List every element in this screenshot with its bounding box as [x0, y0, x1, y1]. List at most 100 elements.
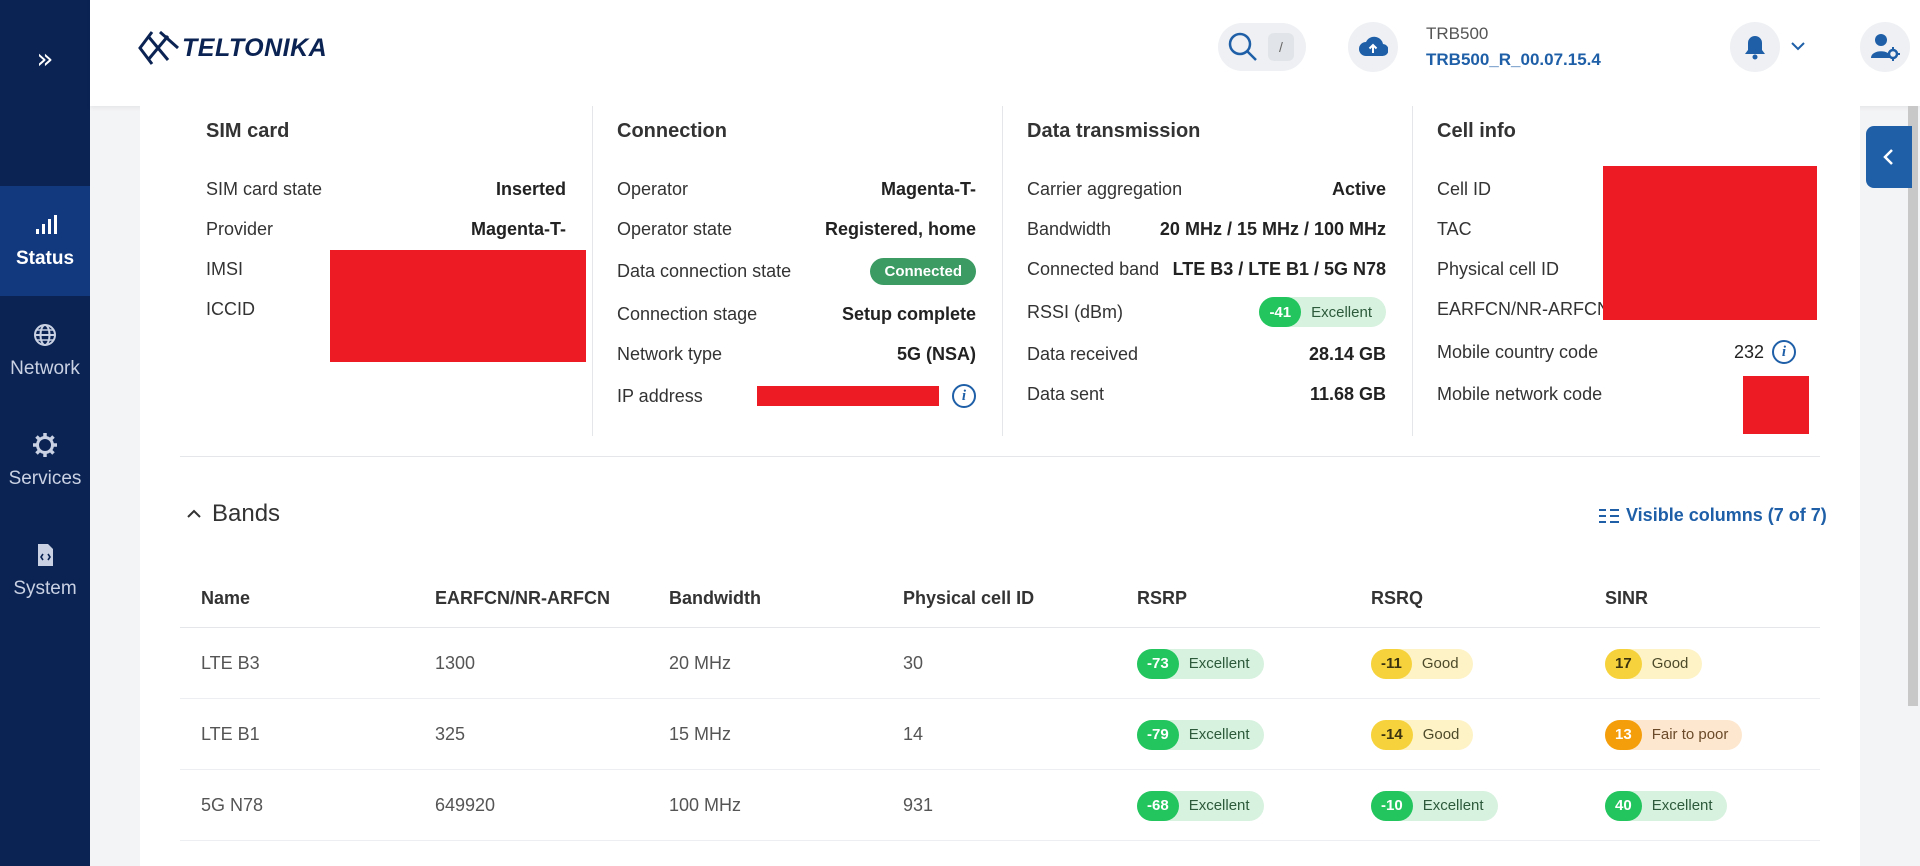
logo-mark-icon — [138, 30, 179, 65]
table-row: 5G N78 649920 100 MHz 931 -68 Excellent -… — [180, 770, 1820, 841]
rsrp-badge: -73 Excellent — [1137, 648, 1264, 679]
sidebar-item-system[interactable]: System — [0, 516, 90, 626]
connection-stage-value: Setup complete — [841, 303, 976, 324]
rsrq-cell: -11 Good — [1371, 628, 1473, 699]
teltonika-logo[interactable]: TELTONIKA — [138, 28, 327, 68]
column-header[interactable]: EARFCN/NR-ARFCN — [435, 588, 610, 609]
redacted-block — [757, 386, 939, 406]
bands-table: Name EARFCN/NR-ARFCN Bandwidth Physical … — [180, 570, 1820, 841]
network-type-row: Network type 5G (NSA) — [617, 339, 976, 369]
sinr-quality: Excellent — [1651, 797, 1713, 814]
chevron-down-icon[interactable] — [1790, 38, 1806, 54]
cloud-button[interactable] — [1348, 22, 1398, 72]
rssi-badge: -41 Excellent — [1259, 297, 1386, 327]
info-icon[interactable]: i — [952, 384, 976, 408]
notifications-button[interactable] — [1730, 22, 1780, 72]
connected-band-value: LTE B3 / LTE B1 / 5G N78 — [1172, 258, 1386, 279]
rsrp-cell: -79 Excellent — [1137, 699, 1264, 770]
row-label: Bandwidth — [1027, 218, 1112, 239]
sim-card-section: SIM card SIM card state Inserted Provide… — [206, 106, 586, 436]
data-sent-value: 11.68 GB — [1309, 383, 1386, 404]
firmware-version[interactable]: TRB500_R_00.07.15.4 — [1426, 50, 1601, 70]
redacted-block — [1603, 166, 1817, 320]
sinr-value: 13 — [1605, 719, 1642, 750]
sidebar-item-network[interactable]: Network — [0, 296, 90, 406]
section-title: Connection — [617, 120, 727, 142]
rsrp-value: -79 — [1137, 719, 1179, 750]
data-sent-row: Data sent 11.68 GB — [1027, 379, 1386, 409]
data-connection-row: Data connection state Connected — [617, 256, 976, 286]
row-label: EARFCN/NR-ARFCN — [1437, 298, 1610, 319]
column-header[interactable]: Physical cell ID — [903, 588, 1034, 609]
visible-columns-button[interactable]: Visible columns (7 of 7) — [1598, 505, 1827, 526]
rsrq-quality: Good — [1422, 726, 1460, 743]
operator-state-value: Registered, home — [824, 218, 976, 239]
scrollbar[interactable] — [1908, 106, 1918, 706]
band-name: 5G N78 — [201, 795, 264, 815]
redacted-block — [1743, 376, 1809, 434]
sinr-badge: 40 Excellent — [1605, 790, 1727, 821]
connection-section: Connection Operator Magenta-T- Operator … — [592, 106, 1002, 436]
search-button[interactable]: / — [1218, 23, 1306, 71]
section-title: SIM card — [206, 120, 290, 142]
rssi-value: -41 — [1259, 297, 1302, 327]
operator-row: Operator Magenta-T- — [617, 174, 976, 204]
operator-state-row: Operator state Registered, home — [617, 214, 976, 244]
section-divider — [180, 456, 1820, 457]
row-label: IMSI — [206, 258, 244, 279]
bands-collapse-toggle[interactable]: Bands — [186, 500, 280, 528]
section-title: Data transmission — [1027, 120, 1201, 142]
chevron-up-icon — [187, 509, 201, 518]
sinr-quality: Fair to poor — [1651, 726, 1729, 743]
row-label: Data received — [1027, 343, 1139, 364]
info-icon[interactable]: i — [1772, 340, 1796, 364]
row-label: SIM card state — [206, 178, 323, 199]
cloud-upload-icon — [1359, 36, 1388, 57]
mcc-row: Mobile country code 232 i — [1437, 337, 1796, 367]
rsrp-cell: -73 Excellent — [1137, 628, 1264, 699]
side-panel-toggle[interactable] — [1866, 126, 1912, 188]
sidebar-item-status[interactable]: Status — [0, 186, 90, 296]
sinr-value: 40 — [1605, 790, 1642, 821]
row-label: Mobile country code — [1437, 341, 1599, 362]
connected-status-badge: Connected — [870, 257, 976, 285]
row-label: Physical cell ID — [1437, 258, 1560, 279]
rsrq-value: -14 — [1371, 719, 1413, 750]
logo-text: TELTONIKA — [182, 33, 328, 62]
user-menu-button[interactable] — [1860, 22, 1910, 72]
bandwidth-row: Bandwidth 20 MHz / 15 MHz / 100 MHz — [1027, 214, 1386, 244]
sidebar-expand-button[interactable]: » — [0, 36, 90, 80]
provider-value: Magenta-T- — [470, 218, 566, 239]
rsrp-quality: Excellent — [1188, 797, 1250, 814]
visible-columns-label: Visible columns (7 of 7) — [1626, 505, 1827, 525]
data-transmission-section: Data transmission Carrier aggregation Ac… — [1002, 106, 1412, 436]
column-header[interactable]: RSRQ — [1371, 588, 1423, 609]
column-header[interactable]: SINR — [1605, 588, 1648, 609]
gear-icon — [33, 433, 57, 457]
column-header[interactable]: Bandwidth — [669, 588, 761, 609]
file-code-icon — [38, 544, 53, 566]
row-label: TAC — [1437, 218, 1472, 239]
rsrq-value: -10 — [1371, 790, 1413, 821]
band-earfcn: 325 — [435, 724, 466, 744]
band-bandwidth: 100 MHz — [669, 795, 742, 815]
rsrq-badge: -11 Good — [1371, 648, 1473, 679]
row-label: Connection stage — [617, 303, 758, 324]
column-header[interactable]: Name — [201, 588, 250, 609]
sinr-quality: Good — [1651, 655, 1689, 672]
double-chevron-right-icon: » — [36, 41, 54, 75]
bands-title: Bands — [212, 500, 281, 527]
connected-band-row: Connected band LTE B3 / LTE B1 / 5G N78 — [1027, 254, 1386, 284]
rsrp-cell: -68 Excellent — [1137, 770, 1264, 841]
network-type-value: 5G (NSA) — [896, 343, 976, 364]
sidebar-item-services[interactable]: Services — [0, 406, 90, 516]
band-bandwidth: 20 MHz — [669, 653, 732, 673]
column-header[interactable]: RSRP — [1137, 588, 1187, 609]
device-name: TRB500 — [1426, 24, 1489, 43]
sinr-badge: 17 Good — [1605, 648, 1703, 679]
bell-icon — [1745, 36, 1765, 60]
row-label: Mobile network code — [1437, 383, 1603, 404]
rsrq-value: -11 — [1371, 648, 1412, 679]
redacted-block — [330, 250, 586, 362]
row-label: Cell ID — [1437, 178, 1492, 199]
